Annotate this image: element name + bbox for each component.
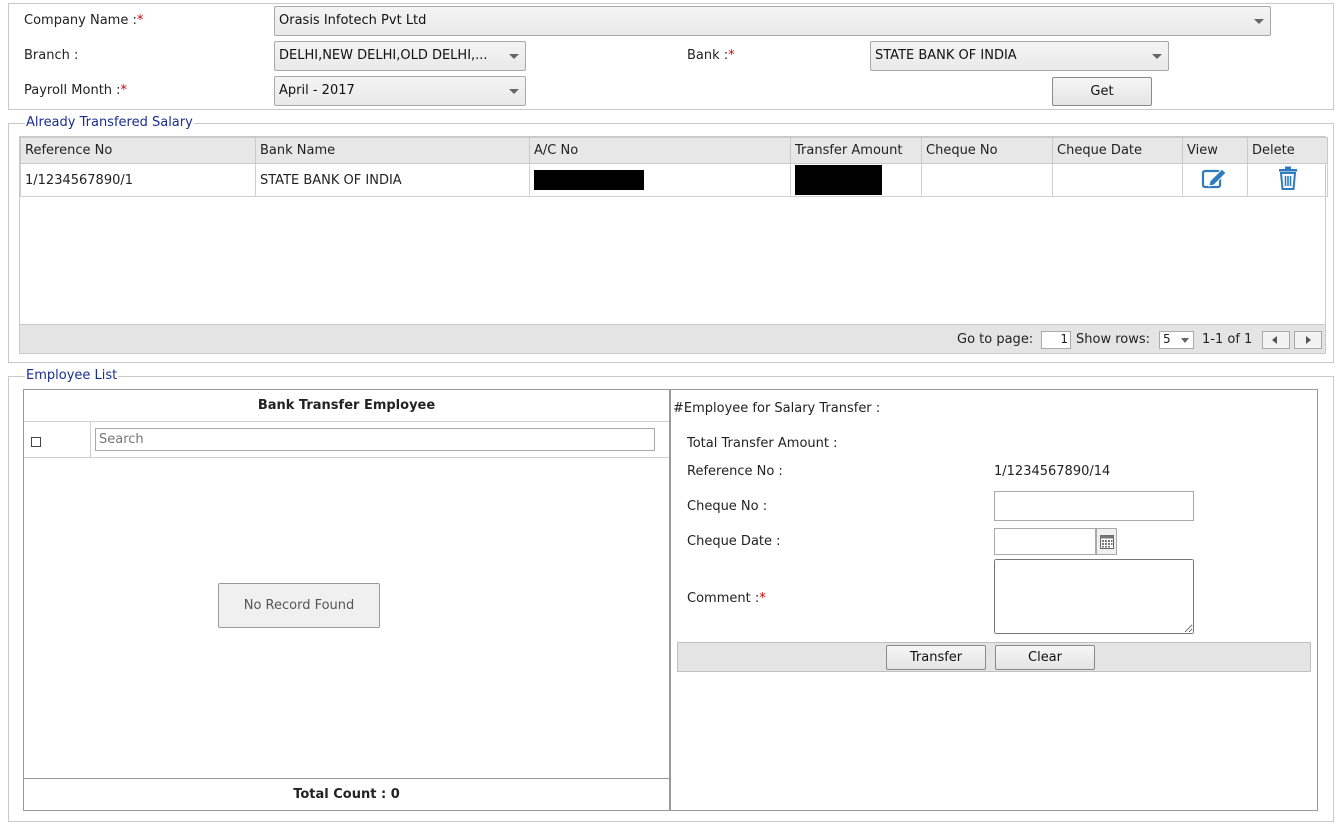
company-name-value: Orasis Infotech Pvt Ltd <box>279 13 427 28</box>
column-header-cheque-no[interactable]: Cheque No <box>921 137 1053 164</box>
calendar-button[interactable] <box>1096 528 1117 555</box>
comment-textarea[interactable] <box>994 559 1194 634</box>
bank-select[interactable]: STATE BANK OF INDIA <box>870 41 1169 71</box>
reference-no-label: Reference No : <box>687 464 783 479</box>
required-marker: * <box>120 83 128 98</box>
cell-transfer-amount <box>790 163 922 197</box>
action-bar: Transfer Clear <box>677 642 1311 672</box>
cheque-no-input[interactable] <box>994 491 1194 521</box>
bank-label: Bank :* <box>687 48 735 63</box>
dropdown-caret-icon <box>1254 19 1264 24</box>
cell-cheque-date <box>1052 163 1183 197</box>
prev-page-button[interactable] <box>1262 331 1290 349</box>
show-rows-value: 5 <box>1163 332 1171 346</box>
branch-select[interactable]: DELHI,NEW DELHI,OLD DELHI,... <box>274 41 526 71</box>
search-row <box>24 422 669 458</box>
show-rows-select[interactable]: 5 <box>1159 331 1194 349</box>
bank-value: STATE BANK OF INDIA <box>875 48 1017 63</box>
get-button[interactable]: Get <box>1052 77 1152 106</box>
payroll-month-select[interactable]: April - 2017 <box>274 76 526 106</box>
column-header-delete: Delete <box>1247 137 1328 164</box>
cell-delete <box>1247 163 1328 197</box>
payroll-month-label: Payroll Month :* <box>24 83 128 98</box>
column-header-bank-name[interactable]: Bank Name <box>255 137 530 164</box>
dropdown-caret-icon <box>1152 54 1162 59</box>
required-marker: * <box>759 591 766 606</box>
column-header-ac-no[interactable]: A/C No <box>529 137 791 164</box>
select-all-checkbox[interactable] <box>31 437 41 447</box>
column-header-reference-no[interactable]: Reference No <box>20 137 256 164</box>
bank-transfer-employee-panel: Bank Transfer Employee No Record Found T… <box>23 389 670 811</box>
transfer-button[interactable]: Transfer <box>886 645 986 670</box>
next-page-icon <box>1306 336 1311 344</box>
clear-button[interactable]: Clear <box>995 645 1095 670</box>
cheque-no-label: Cheque No : <box>687 499 768 514</box>
edit-icon[interactable] <box>1201 166 1229 194</box>
cheque-date-label: Cheque Date : <box>687 534 781 549</box>
cell-reference-no: 1/1234567890/1 <box>20 163 256 197</box>
column-header-transfer-amount[interactable]: Transfer Amount <box>790 137 922 164</box>
company-name-select[interactable]: Orasis Infotech Pvt Ltd <box>274 6 1271 36</box>
already-transfered-legend: Already Transfered Salary <box>25 115 194 130</box>
column-header-cheque-date[interactable]: Cheque Date <box>1052 137 1183 164</box>
salary-transfer-panel: #Employee for Salary Transfer : Total Tr… <box>670 389 1318 811</box>
payroll-month-value: April - 2017 <box>279 83 355 98</box>
cell-bank-name: STATE BANK OF INDIA <box>255 163 530 197</box>
page-range-text: 1-1 of 1 <box>1202 332 1253 347</box>
dropdown-caret-icon <box>509 54 519 59</box>
transfered-grid: Reference No Bank Name A/C No Transfer A… <box>19 136 1328 354</box>
dropdown-caret-icon <box>1181 338 1189 343</box>
prev-page-icon <box>1272 336 1277 344</box>
trash-icon[interactable] <box>1277 166 1299 194</box>
branch-label: Branch : <box>24 48 79 63</box>
no-record-found-message: No Record Found <box>218 583 380 628</box>
employee-list-legend: Employee List <box>25 368 119 383</box>
total-count-text: Total Count : 0 <box>293 787 400 802</box>
calendar-icon <box>1100 535 1114 553</box>
cell-view <box>1182 163 1248 197</box>
required-marker: * <box>136 13 144 28</box>
redacted-transfer-amount <box>795 165 882 195</box>
total-transfer-amount-label: Total Transfer Amount : <box>687 436 838 451</box>
salary-transfer-title: #Employee for Salary Transfer : <box>673 401 881 416</box>
show-rows-label: Show rows: <box>1076 332 1151 347</box>
comment-label: Comment :* <box>687 591 766 606</box>
dropdown-caret-icon <box>509 89 519 94</box>
branch-value: DELHI,NEW DELHI,OLD DELHI,... <box>279 48 488 63</box>
bank-transfer-employee-title: Bank Transfer Employee <box>24 390 669 422</box>
table-row: 1/1234567890/1 STATE BANK OF INDIA <box>20 163 1328 197</box>
column-header-view: View <box>1182 137 1248 164</box>
table-header-row: Reference No Bank Name A/C No Transfer A… <box>20 137 1328 164</box>
next-page-button[interactable] <box>1294 331 1322 349</box>
transfered-table: Reference No Bank Name A/C No Transfer A… <box>20 137 1328 197</box>
goto-page-input[interactable]: 1 <box>1041 331 1071 349</box>
redacted-ac-no <box>534 170 644 190</box>
cell-ac-no <box>529 163 791 197</box>
cheque-date-input[interactable] <box>994 528 1096 555</box>
pagination-bar: Go to page: 1 Show rows: 5 1-1 of 1 <box>20 324 1325 353</box>
company-name-label: Company Name :* <box>24 13 144 28</box>
required-marker: * <box>728 48 735 63</box>
employee-search-input[interactable] <box>95 428 655 451</box>
column-divider <box>90 422 91 457</box>
goto-page-label: Go to page: <box>957 332 1034 347</box>
cell-cheque-no <box>921 163 1053 197</box>
reference-no-value: 1/1234567890/14 <box>994 464 1111 479</box>
